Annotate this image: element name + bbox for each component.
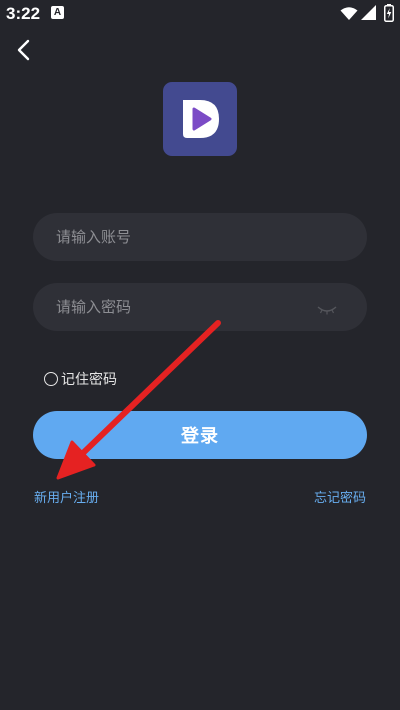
battery-charging-icon xyxy=(384,4,394,26)
account-field[interactable] xyxy=(33,213,367,261)
play-logo-icon xyxy=(163,100,237,160)
register-link[interactable]: 新用户注册 xyxy=(34,487,99,506)
signal-icon xyxy=(361,5,376,24)
notification-icon: A xyxy=(51,6,64,19)
account-input[interactable] xyxy=(33,213,367,261)
status-bar: 3:22 A xyxy=(0,0,400,28)
remember-password-checkbox[interactable]: 记住密码 xyxy=(44,369,117,389)
radio-circle-icon[interactable] xyxy=(44,372,58,386)
back-button[interactable] xyxy=(10,38,38,66)
app-logo xyxy=(163,82,237,156)
wifi-icon xyxy=(340,6,358,25)
chevron-left-icon xyxy=(16,39,32,65)
login-button-label: 登录 xyxy=(181,426,219,447)
eye-closed-icon[interactable] xyxy=(317,300,337,319)
password-field[interactable] xyxy=(33,283,367,331)
remember-password-label: 记住密码 xyxy=(61,372,117,388)
login-button[interactable]: 登录 xyxy=(33,411,367,459)
forgot-password-link[interactable]: 忘记密码 xyxy=(314,487,366,506)
status-time: 3:22 xyxy=(6,4,41,23)
